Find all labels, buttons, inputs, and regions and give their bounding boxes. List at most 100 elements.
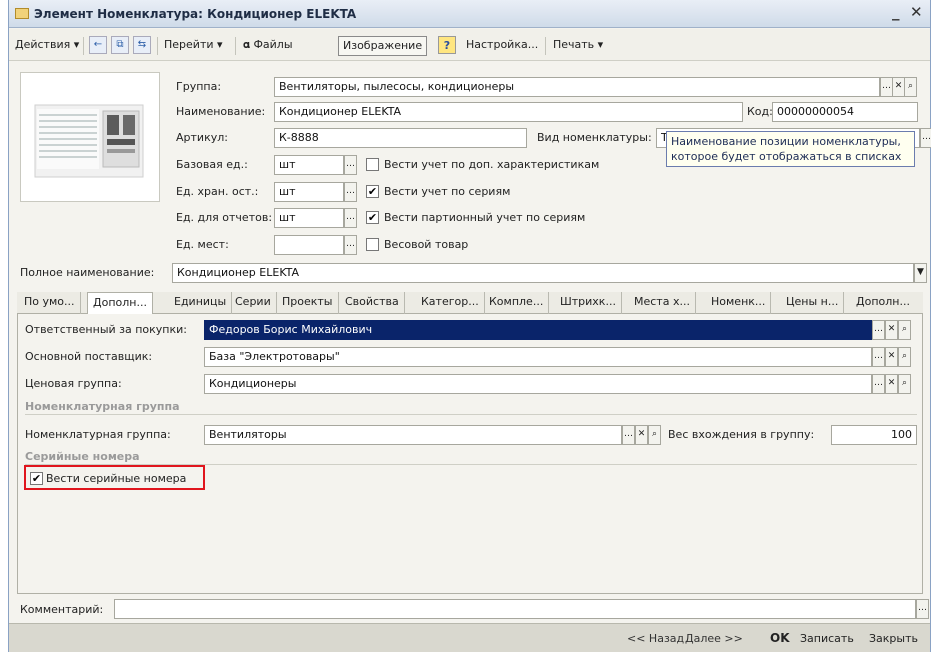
close-form-button[interactable]: Закрыть: [869, 632, 918, 645]
supplier-search-icon[interactable]: ⌕: [898, 347, 911, 367]
buyer-field[interactable]: Федоров Борис Михайлович: [204, 320, 872, 340]
comment-select-button[interactable]: …: [916, 599, 929, 619]
weight-checkbox[interactable]: [366, 238, 379, 251]
name-tooltip: Наименование позиции номенклатуры, котор…: [666, 131, 915, 167]
tab-additional[interactable]: Дополн...: [87, 292, 153, 314]
price-group-select-button[interactable]: …: [872, 374, 885, 394]
base-unit-label: Базовая ед.:: [176, 158, 248, 171]
product-image[interactable]: [20, 72, 160, 202]
air-conditioner-image: [34, 104, 144, 178]
full-name-field[interactable]: Кондиционер ELEKTA: [172, 263, 914, 283]
buyer-clear-icon[interactable]: ✕: [885, 320, 898, 340]
serial-numbers-label: Вести серийные номера: [46, 472, 187, 485]
next-button[interactable]: Далее >>: [685, 632, 743, 645]
supplier-clear-icon[interactable]: ✕: [885, 347, 898, 367]
actions-menu[interactable]: Действия ▾: [15, 36, 79, 56]
serial-numbers-checkbox[interactable]: ✔: [30, 472, 43, 485]
places-unit-label: Ед. мест:: [176, 238, 229, 251]
weight-field[interactable]: 100: [831, 425, 917, 445]
group-label: Группа:: [176, 80, 222, 93]
places-unit-field[interactable]: [274, 235, 344, 255]
item-window: Элемент Номенклатура: Кондиционер ELEKTA…: [8, 0, 931, 652]
tab-series[interactable]: Серии: [230, 292, 277, 314]
nom-group-select-button[interactable]: …: [622, 425, 635, 445]
title-bar: Элемент Номенклатура: Кондиционер ELEKTA…: [9, 0, 930, 28]
settings-button[interactable]: Настройка...: [466, 36, 538, 56]
status-bar: << Назад Далее >> OK Записать Закрыть: [9, 623, 930, 652]
store-unit-select-button[interactable]: …: [344, 182, 357, 202]
name-field[interactable]: Кондиционер ELEKTA: [274, 102, 743, 122]
tab-categories[interactable]: Категор...: [416, 292, 485, 314]
buyer-label: Ответственный за покупки:: [25, 323, 187, 336]
help-button[interactable]: ?: [438, 36, 456, 54]
move-to-group-icon[interactable]: ←: [89, 36, 107, 54]
supplier-select-button[interactable]: …: [872, 347, 885, 367]
ok-button[interactable]: OK: [770, 631, 790, 645]
batch-checkbox[interactable]: ✔: [366, 211, 379, 224]
report-unit-select-button[interactable]: …: [344, 208, 357, 228]
tab-units[interactable]: Единицы: [169, 292, 233, 314]
comment-field[interactable]: [114, 599, 916, 619]
price-group-search-icon[interactable]: ⌕: [898, 374, 911, 394]
code-label: Код:: [747, 105, 773, 118]
close-button[interactable]: ✕: [910, 3, 923, 21]
name-label: Наименование:: [176, 105, 266, 118]
nom-group-search-icon[interactable]: ⌕: [648, 425, 661, 445]
paperclip-icon: 𝛂: [243, 38, 250, 51]
report-unit-label: Ед. для отчетов:: [176, 211, 273, 224]
nom-group-section-title: Номенклатурная группа: [25, 400, 180, 413]
price-group-label: Ценовая группа:: [25, 377, 122, 390]
tab-projects[interactable]: Проекты: [277, 292, 339, 314]
tab-nomenclature[interactable]: Номенк...: [706, 292, 772, 314]
article-field[interactable]: К-8888: [274, 128, 527, 148]
chars-checkbox-label: Вести учет по доп. характеристикам: [384, 158, 600, 171]
series-checkbox-label: Вести учет по сериям: [384, 185, 511, 198]
kind-select-button[interactable]: …: [920, 128, 931, 148]
tab-storage[interactable]: Места х...: [629, 292, 696, 314]
image-button[interactable]: Изображение: [338, 36, 428, 56]
goto-menu[interactable]: Перейти ▾: [164, 36, 223, 56]
price-group-clear-icon[interactable]: ✕: [885, 374, 898, 394]
buyer-search-icon[interactable]: ⌕: [898, 320, 911, 340]
article-label: Артикул:: [176, 131, 228, 144]
tab-properties[interactable]: Свойства: [340, 292, 405, 314]
group-search-icon[interactable]: ⌕: [904, 77, 917, 97]
base-unit-select-button[interactable]: …: [344, 155, 357, 175]
weight-checkbox-label: Весовой товар: [384, 238, 469, 251]
refresh-icon[interactable]: ⇆: [133, 36, 151, 54]
weight-label: Вес вхождения в группу:: [668, 428, 815, 441]
tab-prices[interactable]: Цены н...: [781, 292, 845, 314]
nom-group-clear-icon[interactable]: ✕: [635, 425, 648, 445]
nom-group-label: Номенклатурная группа:: [25, 428, 171, 441]
files-button[interactable]: 𝛂 Файлы: [243, 36, 293, 56]
price-group-field[interactable]: Кондиционеры: [204, 374, 872, 394]
window-title: Элемент Номенклатура: Кондиционер ELEKTA: [34, 7, 357, 21]
back-button[interactable]: << Назад: [627, 632, 684, 645]
group-field[interactable]: Вентиляторы, пылесосы, кондиционеры: [274, 77, 880, 97]
save-button[interactable]: Записать: [800, 632, 854, 645]
series-checkbox[interactable]: ✔: [366, 185, 379, 198]
code-field[interactable]: 00000000054: [772, 102, 918, 122]
chars-checkbox[interactable]: [366, 158, 379, 171]
store-unit-label: Ед. хран. ост.:: [176, 185, 259, 198]
full-name-dropdown-icon[interactable]: ▼: [914, 263, 927, 283]
tab-barcodes[interactable]: Штрихк...: [555, 292, 622, 314]
places-unit-select-button[interactable]: …: [344, 235, 357, 255]
tab-more[interactable]: Дополн...: [851, 292, 915, 314]
toolbar: Действия ▾ ← ⧉ ⇆ Перейти ▾ 𝛂 Файлы Изобр…: [9, 29, 930, 61]
tab-sets[interactable]: Компле...: [484, 292, 550, 314]
base-unit-field[interactable]: шт: [274, 155, 344, 175]
full-name-label: Полное наименование:: [20, 266, 155, 279]
minimize-button[interactable]: _: [892, 3, 900, 21]
catalog-icon: [15, 8, 29, 19]
tab-default[interactable]: По умо...: [19, 292, 81, 314]
supplier-label: Основной поставщик:: [25, 350, 153, 363]
copy-icon[interactable]: ⧉: [111, 36, 129, 54]
store-unit-field[interactable]: шт: [274, 182, 344, 202]
nom-group-field[interactable]: Вентиляторы: [204, 425, 622, 445]
print-menu[interactable]: Печать ▾: [553, 36, 603, 56]
buyer-select-button[interactable]: …: [872, 320, 885, 340]
supplier-field[interactable]: База "Электротовары": [204, 347, 872, 367]
kind-label: Вид номенклатуры:: [537, 131, 652, 144]
report-unit-field[interactable]: шт: [274, 208, 344, 228]
